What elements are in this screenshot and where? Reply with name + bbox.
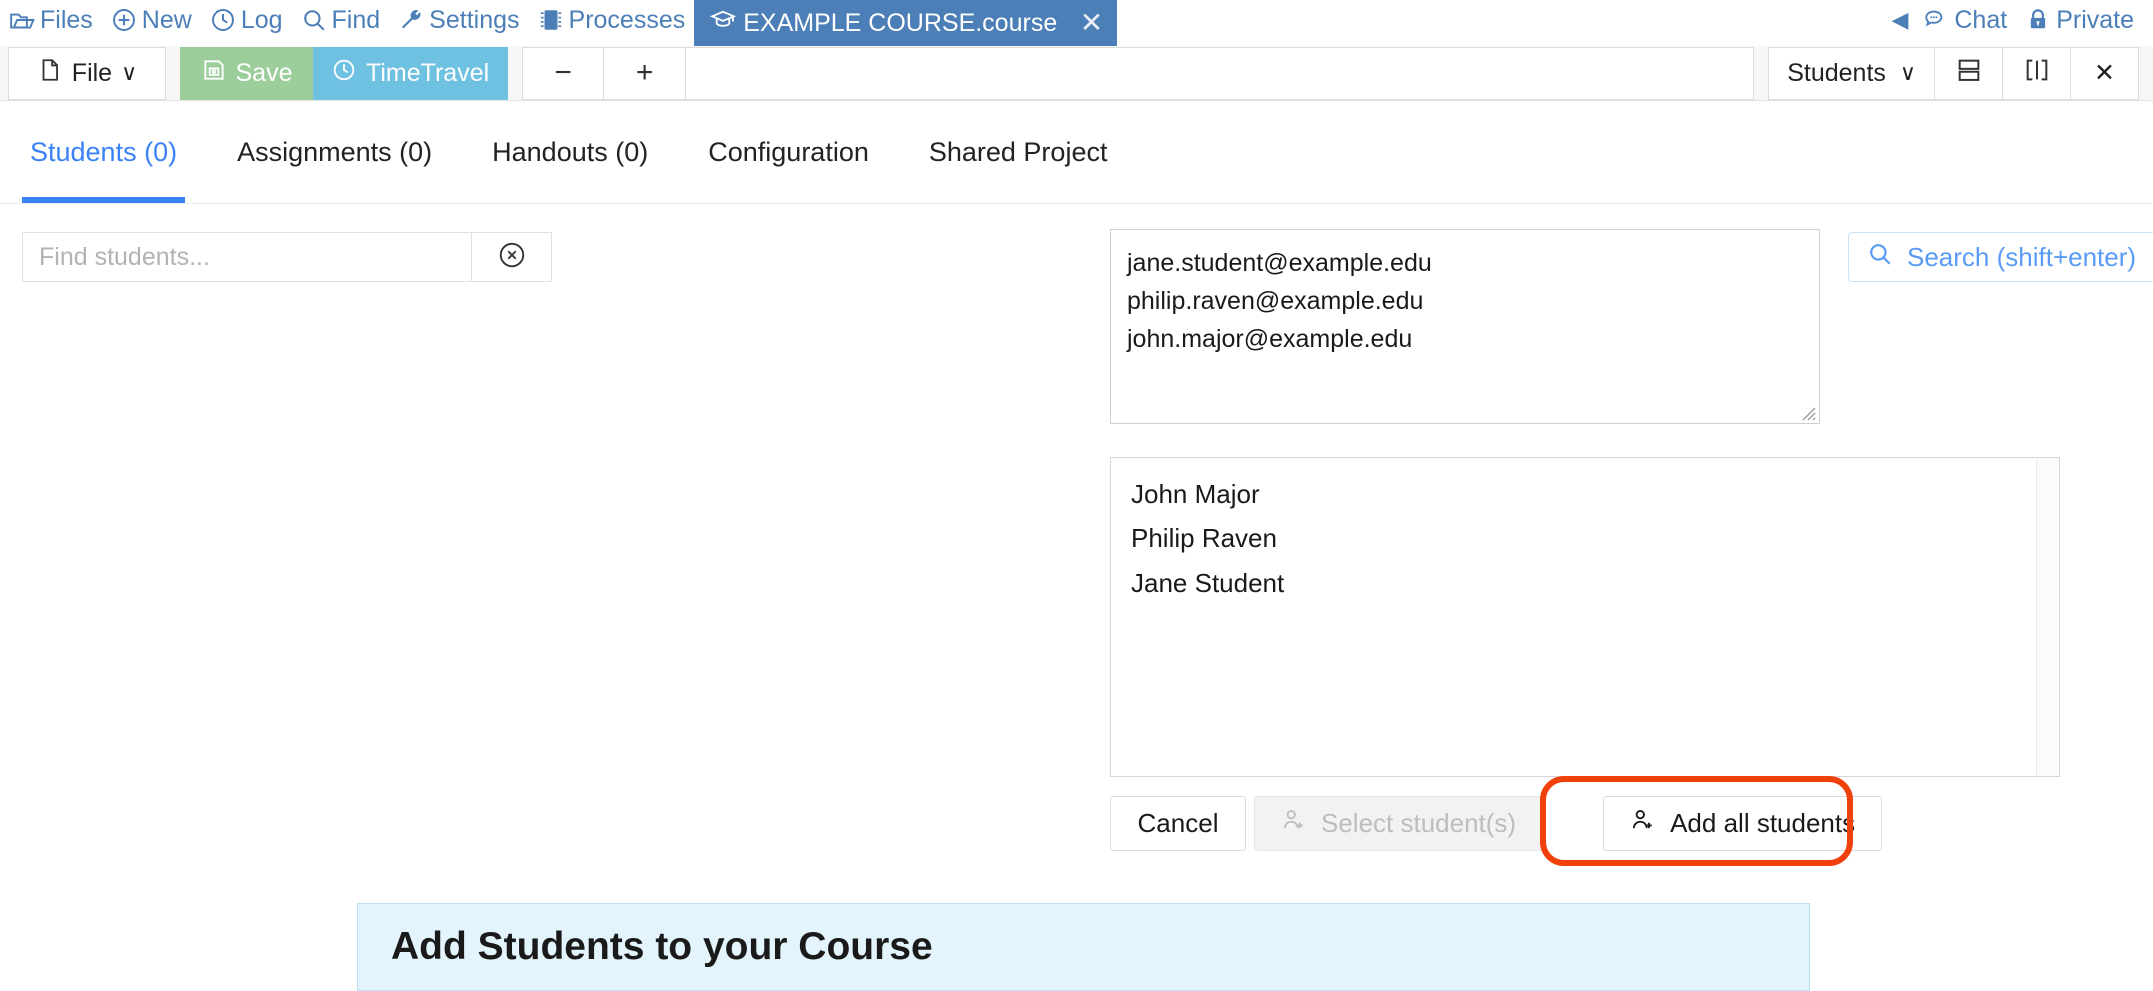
nav-item-files[interactable]: Files bbox=[0, 0, 102, 46]
frame-type-label: Students bbox=[1787, 58, 1886, 87]
clock-icon bbox=[210, 7, 236, 33]
nav-item-new[interactable]: New bbox=[102, 0, 201, 46]
nav-label-private: Private bbox=[2056, 5, 2134, 34]
tab-handouts[interactable]: Handouts (0) bbox=[462, 101, 678, 203]
file-button-label: File bbox=[71, 58, 113, 87]
student-results-inner: John Major Philip Raven Jane Student bbox=[1111, 458, 2059, 605]
toolbar-spacer bbox=[686, 46, 1755, 100]
nav-label-find: Find bbox=[331, 5, 381, 34]
app-window: Files New Log Find Settings Processes EX… bbox=[0, 0, 2153, 991]
zoom-out-button[interactable]: − bbox=[522, 46, 605, 100]
chevron-down-icon: ∨ bbox=[1899, 60, 1916, 85]
nav-label-settings: Settings bbox=[429, 5, 520, 34]
split-vertical-button[interactable] bbox=[2003, 46, 2071, 100]
collapse-left-icon[interactable]: ◀ bbox=[1879, 0, 1914, 46]
toolbar-divider bbox=[1754, 46, 1763, 100]
student-results-list[interactable]: John Major Philip Raven Jane Student bbox=[1110, 457, 2060, 777]
nav-label-files: Files bbox=[40, 5, 93, 34]
cancel-button[interactable]: Cancel bbox=[1110, 796, 1246, 851]
find-students-input[interactable] bbox=[22, 232, 472, 282]
add-person-icon bbox=[1281, 807, 1307, 840]
frame-controls-group: Students ∨ ✕ bbox=[1768, 46, 2139, 100]
tab-students-label: Students (0) bbox=[30, 136, 178, 167]
list-item[interactable]: John Major bbox=[1123, 472, 2059, 516]
save-timetravel-group: Save TimeTravel bbox=[180, 46, 509, 100]
split-horizontal-icon bbox=[1955, 56, 1983, 91]
timetravel-button[interactable]: TimeTravel bbox=[313, 46, 509, 100]
cancel-button-label: Cancel bbox=[1137, 808, 1219, 838]
frame-type-dropdown[interactable]: Students ∨ bbox=[1768, 46, 1935, 100]
banner-title: Add Students to your Course bbox=[391, 925, 933, 968]
top-navigation-right: ◀ Chat Private bbox=[1879, 0, 2153, 46]
find-students-row bbox=[22, 232, 552, 282]
top-navigation-items: Files New Log Find Settings Processes EX… bbox=[0, 0, 1118, 46]
nav-label-log: Log bbox=[240, 5, 283, 34]
nav-item-log[interactable]: Log bbox=[201, 0, 292, 46]
nav-label-processes: Processes bbox=[568, 5, 686, 34]
tab-assignments-label: Assignments (0) bbox=[237, 136, 433, 167]
course-tabs: Students (0) Assignments (0) Handouts (0… bbox=[0, 101, 2153, 204]
close-frame-button[interactable]: ✕ bbox=[2071, 46, 2139, 100]
add-all-students-label: Add all students bbox=[1670, 808, 1856, 838]
save-button-label: Save bbox=[235, 58, 293, 87]
nav-item-chat[interactable]: Chat bbox=[1914, 0, 2016, 46]
comments-icon bbox=[1923, 7, 1949, 33]
search-button-label: Search (shift+enter) bbox=[1907, 241, 2137, 272]
zoom-button-group: − + bbox=[522, 46, 687, 100]
nav-label-chat: Chat bbox=[1954, 5, 2008, 34]
split-horizontal-button[interactable] bbox=[1935, 46, 2003, 100]
save-disk-icon bbox=[201, 57, 227, 90]
microchip-icon bbox=[538, 7, 564, 33]
save-button[interactable]: Save bbox=[180, 46, 313, 100]
tab-shared-project-label: Shared Project bbox=[928, 136, 1108, 167]
zoom-in-button[interactable]: + bbox=[604, 46, 687, 100]
select-students-button[interactable]: Select student(s) bbox=[1254, 796, 1544, 851]
tab-shared-project[interactable]: Shared Project bbox=[899, 101, 1138, 203]
course-tab-label: EXAMPLE COURSE.course bbox=[743, 8, 1058, 37]
file-button-group: File ∨ bbox=[8, 46, 166, 100]
folder-open-icon bbox=[9, 7, 35, 33]
clear-search-button[interactable] bbox=[472, 232, 552, 282]
add-students-actions: Cancel Select student(s) Add all student… bbox=[1110, 796, 1883, 851]
nav-item-find[interactable]: Find bbox=[292, 0, 390, 46]
tab-assignments[interactable]: Assignments (0) bbox=[207, 101, 462, 203]
plus-circle-icon bbox=[111, 7, 137, 33]
editor-toolbar: File ∨ Save TimeTravel − + Students ∨ ✕ bbox=[0, 46, 2153, 101]
search-icon bbox=[1867, 241, 1893, 274]
search-students-button[interactable]: Search (shift+enter) bbox=[1848, 232, 2153, 282]
graduation-cap-icon bbox=[710, 7, 737, 40]
wrench-icon bbox=[398, 7, 424, 33]
history-clock-icon bbox=[331, 57, 357, 90]
close-icon[interactable]: ✕ bbox=[1080, 9, 1103, 37]
list-item[interactable]: Philip Raven bbox=[1123, 516, 2059, 560]
chevron-down-icon: ∨ bbox=[121, 60, 138, 85]
timetravel-button-label: TimeTravel bbox=[366, 58, 490, 87]
list-item[interactable]: Jane Student bbox=[1123, 561, 2059, 605]
results-scrollbar[interactable] bbox=[2036, 459, 2058, 775]
tab-configuration[interactable]: Configuration bbox=[678, 101, 899, 203]
file-icon bbox=[37, 57, 63, 90]
clear-circle-icon bbox=[497, 240, 527, 275]
student-emails-textarea[interactable] bbox=[1110, 229, 1820, 424]
nav-item-private[interactable]: Private bbox=[2016, 0, 2143, 46]
nav-item-settings[interactable]: Settings bbox=[389, 0, 528, 46]
lock-icon bbox=[2025, 7, 2051, 33]
tab-students[interactable]: Students (0) bbox=[0, 101, 207, 203]
file-menu-button[interactable]: File ∨ bbox=[8, 46, 166, 100]
split-vertical-icon bbox=[2023, 56, 2051, 91]
add-all-students-button[interactable]: Add all students bbox=[1603, 796, 1883, 851]
add-students-banner: Add Students to your Course bbox=[357, 903, 1810, 991]
add-person-icon bbox=[1630, 807, 1656, 840]
search-icon bbox=[301, 7, 327, 33]
tab-handouts-label: Handouts (0) bbox=[492, 136, 649, 167]
nav-item-processes[interactable]: Processes bbox=[529, 0, 695, 46]
tab-example-course[interactable]: EXAMPLE COURSE.course ✕ bbox=[694, 0, 1118, 46]
top-navigation-bar: Files New Log Find Settings Processes EX… bbox=[0, 0, 2153, 46]
select-students-label: Select student(s) bbox=[1321, 808, 1517, 838]
tab-configuration-label: Configuration bbox=[708, 136, 869, 167]
nav-label-new: New bbox=[141, 5, 192, 34]
